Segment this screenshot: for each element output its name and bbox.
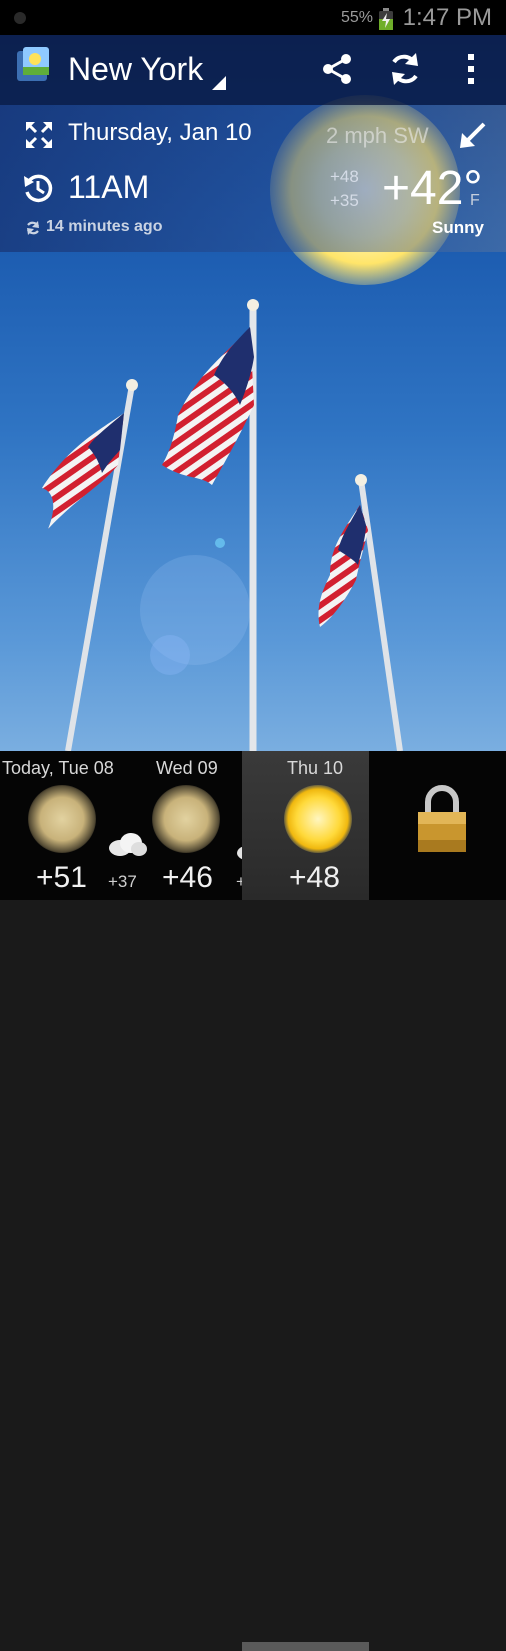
app-bar: New York xyxy=(0,35,506,105)
overflow-menu-icon[interactable] xyxy=(452,49,492,89)
share-icon[interactable] xyxy=(317,49,357,89)
battery-percent: 55% xyxy=(340,9,373,26)
refresh-icon[interactable] xyxy=(385,49,425,89)
status-clock: 1:47 PM xyxy=(402,4,492,31)
forecast-hour: 11AM xyxy=(68,169,150,205)
sun-hazy-icon xyxy=(152,785,220,853)
current-date: Thursday, Jan 10 xyxy=(68,119,252,146)
app-logo-icon[interactable] xyxy=(13,45,53,85)
status-bar: 55% 1:47 PM xyxy=(0,0,506,35)
forecast-high: +51 xyxy=(36,861,87,894)
current-conditions-panel: Thursday, Jan 10 2 mph SW 11AM 14 minute… xyxy=(0,105,506,252)
small-refresh-icon xyxy=(27,221,39,235)
high-temp: +48 xyxy=(330,167,359,186)
lock-icon[interactable] xyxy=(416,782,468,854)
sun-hazy-icon xyxy=(28,785,96,853)
forecast-day-label: Wed 09 xyxy=(156,758,218,778)
notification-icon xyxy=(14,12,26,24)
low-temp: +35 xyxy=(330,191,359,210)
wind-direction-icon xyxy=(460,122,486,148)
city-name[interactable]: New York xyxy=(68,51,203,88)
forecast-day-label: Today, Tue 08 xyxy=(2,758,114,778)
weather-condition: Sunny xyxy=(432,218,484,237)
wind-info: 2 mph SW xyxy=(326,123,429,148)
history-icon xyxy=(24,174,53,203)
sun-icon xyxy=(284,785,352,853)
city-dropdown-caret[interactable] xyxy=(212,76,226,90)
forecast-day-wed[interactable]: Wed 09 +46 xyxy=(122,751,242,900)
forecast-high: +46 xyxy=(162,861,213,894)
forecast-strip: Today, Tue 08 +51 +37 Wed 09 +46 +39 Thu… xyxy=(0,751,506,1651)
forecast-day-label: Thu 10 xyxy=(287,758,344,778)
battery-charging-icon xyxy=(379,8,393,30)
current-temperature: +42° xyxy=(382,162,483,215)
forecast-scroll-indicator xyxy=(242,1642,369,1651)
forecast-high: +48 xyxy=(289,861,340,894)
temperature-unit: F xyxy=(470,192,480,209)
last-updated: 14 minutes ago xyxy=(46,218,163,235)
fullscreen-icon[interactable] xyxy=(24,120,54,150)
forecast-day-today[interactable]: Today, Tue 08 +51 xyxy=(0,751,122,900)
forecast-day-thu[interactable]: Thu 10 +48 xyxy=(242,751,369,900)
